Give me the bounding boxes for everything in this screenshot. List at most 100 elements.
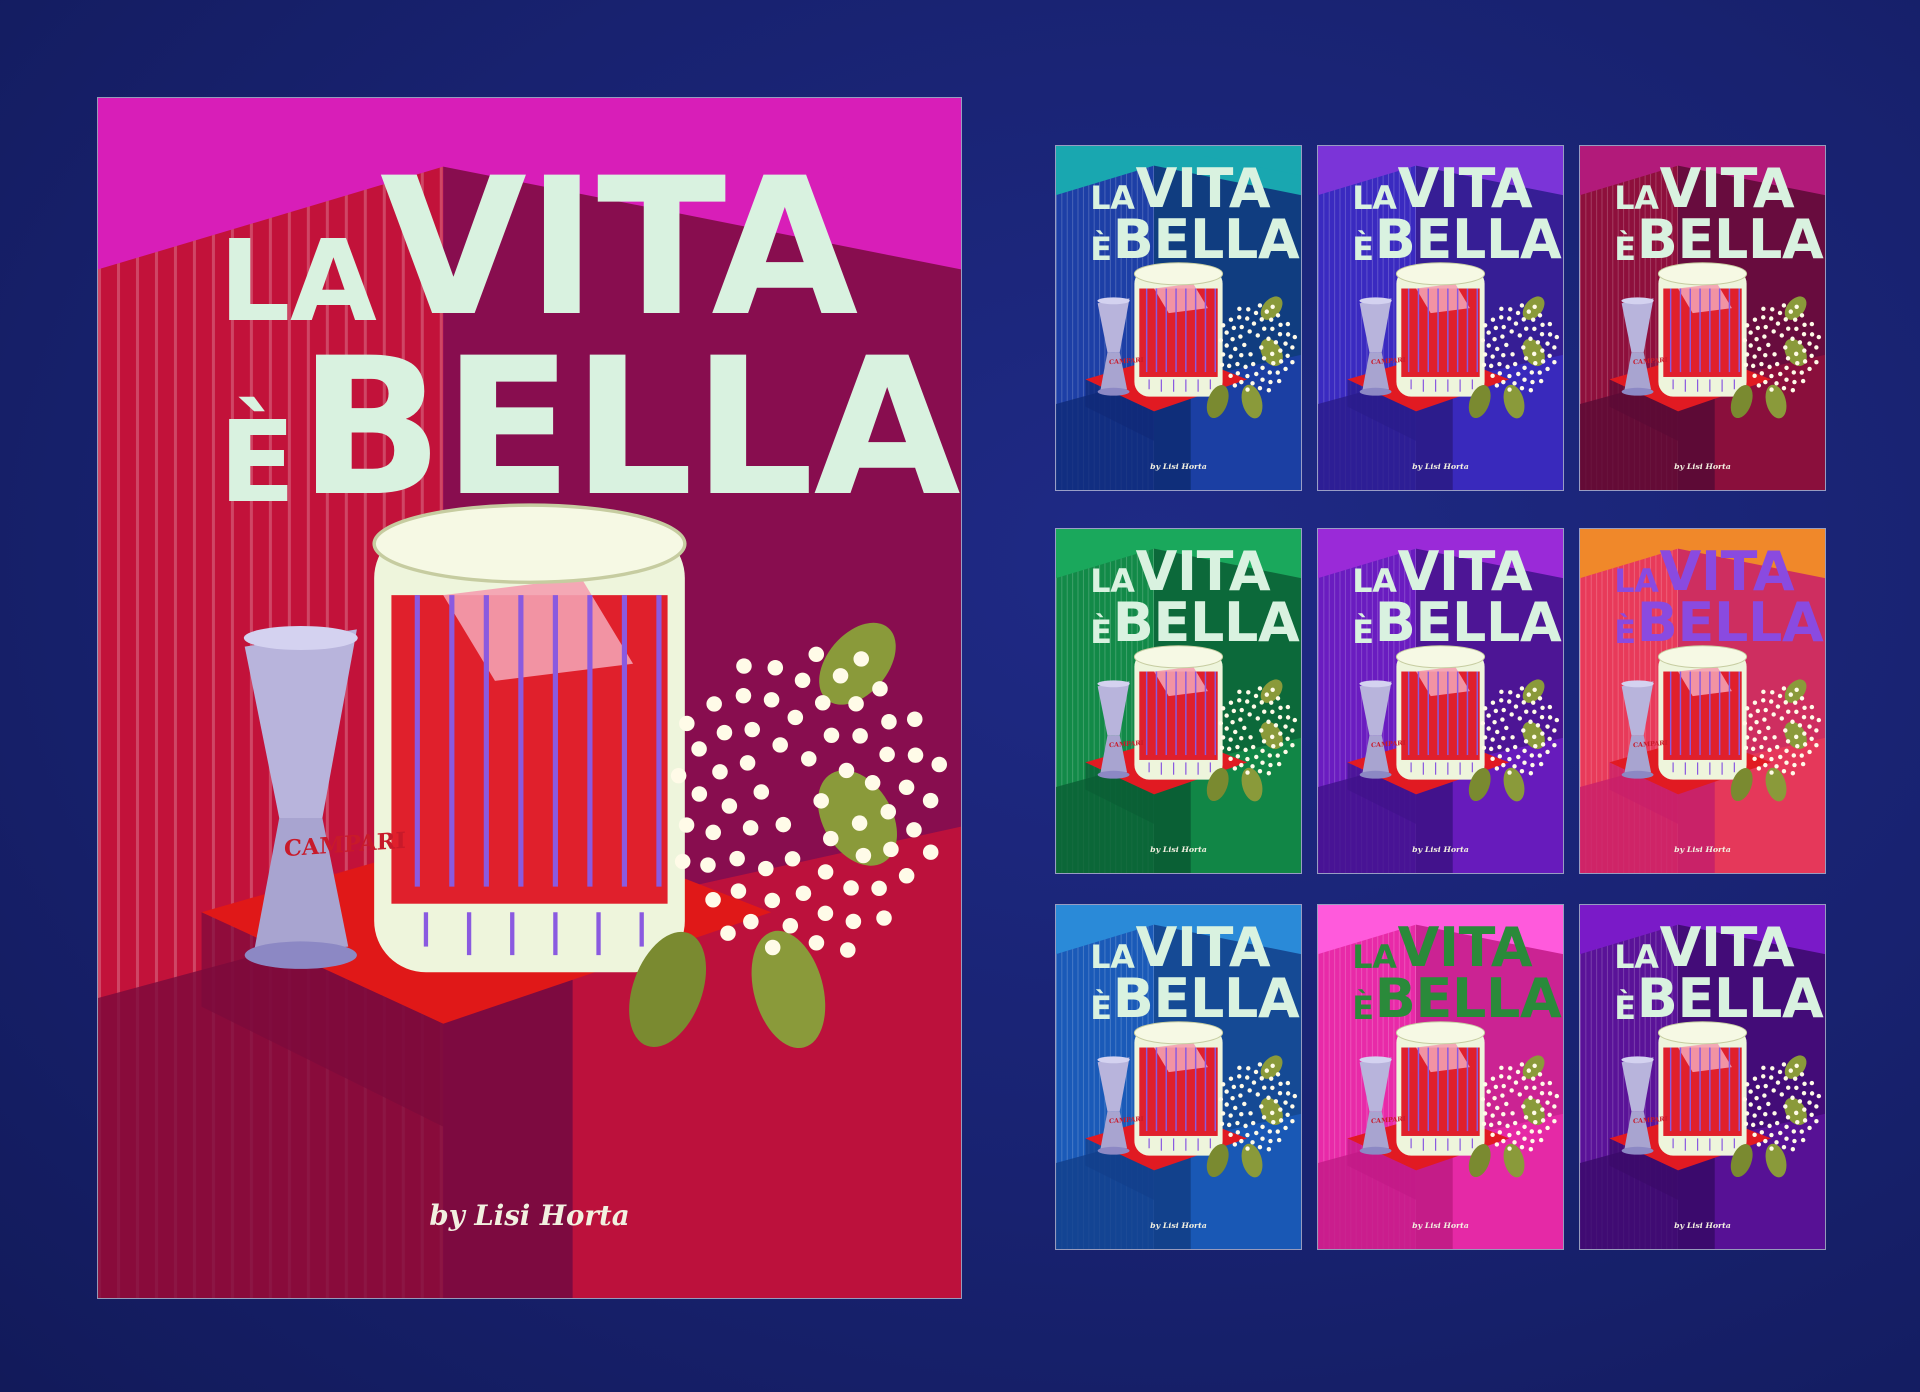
flower-blossom — [1545, 1100, 1550, 1105]
flower-blossom — [1261, 1115, 1267, 1120]
flower-blossom — [1235, 361, 1240, 367]
flower-blossom — [1761, 698, 1766, 703]
flower-blossom — [1809, 1080, 1815, 1086]
flower-blossom — [1245, 1075, 1250, 1080]
flower-blossom — [720, 925, 736, 941]
flower-blossom — [1259, 728, 1264, 733]
flower-blossom — [1809, 332, 1815, 337]
flower-blossom — [1490, 1113, 1495, 1118]
flower-blossom — [1748, 713, 1753, 718]
flower-blossom — [1259, 1076, 1264, 1081]
flower-blossom — [1278, 742, 1284, 747]
flower-blossom — [1774, 1120, 1780, 1126]
flower-blossom — [1264, 1068, 1270, 1073]
flower-blossom — [1744, 323, 1750, 328]
flower-blossom — [1539, 331, 1545, 337]
flower-blossom — [1292, 717, 1298, 723]
flower-blossom — [1761, 1074, 1766, 1079]
flower-blossom — [1809, 1112, 1814, 1118]
flower-blossom — [1526, 309, 1532, 314]
flower-blossom — [1743, 362, 1749, 368]
title-vita: VITA — [1659, 157, 1795, 221]
flower-blossom — [1245, 756, 1250, 762]
flower-blossom — [1285, 704, 1291, 710]
flower-blossom — [1486, 343, 1491, 348]
flower-blossom — [1752, 373, 1757, 379]
flower-blossom — [871, 880, 887, 896]
flower-blossom — [1759, 1130, 1765, 1135]
flower-blossom — [1245, 387, 1250, 392]
flower-blossom — [1807, 1100, 1812, 1105]
flower-blossom — [1268, 1138, 1273, 1144]
flower-blossom — [1267, 370, 1272, 375]
flower-blossom — [1759, 744, 1764, 750]
flower-blossom — [1501, 736, 1506, 741]
flower-blossom — [1512, 744, 1518, 750]
flower-blossom — [864, 775, 881, 791]
flower-blossom — [1257, 303, 1263, 308]
flower-blossom — [1290, 1104, 1295, 1109]
flower-blossom — [1224, 726, 1229, 731]
flower-blossom — [1517, 716, 1522, 721]
flower-blossom — [817, 864, 834, 880]
title-e: È — [1090, 612, 1112, 651]
flower-blossom — [1237, 1074, 1242, 1079]
flower-blossom — [1231, 708, 1237, 714]
title-bella: BELLA — [1374, 591, 1562, 655]
flower-blossom — [1285, 1091, 1291, 1096]
flower-blossom — [1540, 1081, 1545, 1087]
flower-blossom — [1530, 1138, 1535, 1144]
flower-blossom — [1802, 1118, 1808, 1123]
flower-blossom — [1778, 371, 1783, 377]
poster-variant-purple-magenta: LA VITA È BELLA CAMPARI by Lisi Horta — [1317, 528, 1564, 874]
flower-blossom — [1783, 1076, 1788, 1081]
flower-blossom — [1250, 361, 1256, 367]
flower-blossom — [1519, 1144, 1525, 1150]
flower-blossom — [1267, 753, 1272, 758]
flower-blossom — [1797, 1099, 1803, 1104]
flower-blossom — [742, 820, 759, 836]
flower-blossom — [1784, 365, 1789, 371]
flower-blossom — [1497, 1120, 1502, 1126]
flower-blossom — [1521, 1104, 1526, 1109]
flower-blossom — [1488, 363, 1494, 369]
flower-blossom — [1278, 359, 1284, 364]
flower-blossom — [840, 942, 856, 958]
flower-blossom — [1501, 762, 1506, 768]
flower-blossom — [1512, 1140, 1517, 1145]
flower-blossom — [1228, 756, 1233, 762]
poster-variant-hot-pink: LA VITA È BELLA CAMPARI by Lisi Horta — [1317, 904, 1564, 1250]
flower-blossom — [1785, 739, 1791, 744]
flower-blossom — [1228, 317, 1234, 322]
flower-blossom — [1794, 1085, 1799, 1091]
flower-blossom — [1278, 322, 1283, 328]
flower-blossom — [1531, 1076, 1536, 1081]
artist-credit: by Lisi Horta — [1412, 462, 1469, 472]
flower-blossom — [1501, 707, 1506, 713]
title-bella: BELLA — [1112, 967, 1300, 1031]
flower-blossom — [1510, 1111, 1515, 1116]
flower-blossom — [1238, 717, 1243, 722]
flower-blossom — [1801, 714, 1807, 720]
flower-blossom — [1516, 1130, 1521, 1136]
flower-blossom — [1501, 379, 1506, 385]
flower-blossom — [1230, 336, 1235, 342]
flower-blossom — [1761, 1065, 1766, 1071]
flower-blossom — [1516, 371, 1521, 377]
flower-blossom — [1521, 317, 1526, 322]
flower-blossom — [1769, 756, 1774, 762]
flower-blossom — [1269, 317, 1274, 322]
flower-blossom — [1781, 768, 1787, 774]
flower-blossom — [1517, 333, 1522, 338]
flower-blossom — [1505, 1123, 1510, 1129]
flower-blossom — [1809, 736, 1814, 742]
flower-blossom — [1285, 1080, 1291, 1086]
flower-blossom — [1490, 1076, 1496, 1081]
flower-blossom — [1795, 1119, 1800, 1125]
flower-blossom — [1531, 700, 1536, 705]
flower-blossom — [1285, 715, 1291, 720]
title-e: È — [218, 397, 296, 528]
flower-blossom — [1494, 383, 1500, 388]
flower-blossom — [1277, 714, 1283, 720]
flower-blossom — [1275, 1072, 1281, 1077]
